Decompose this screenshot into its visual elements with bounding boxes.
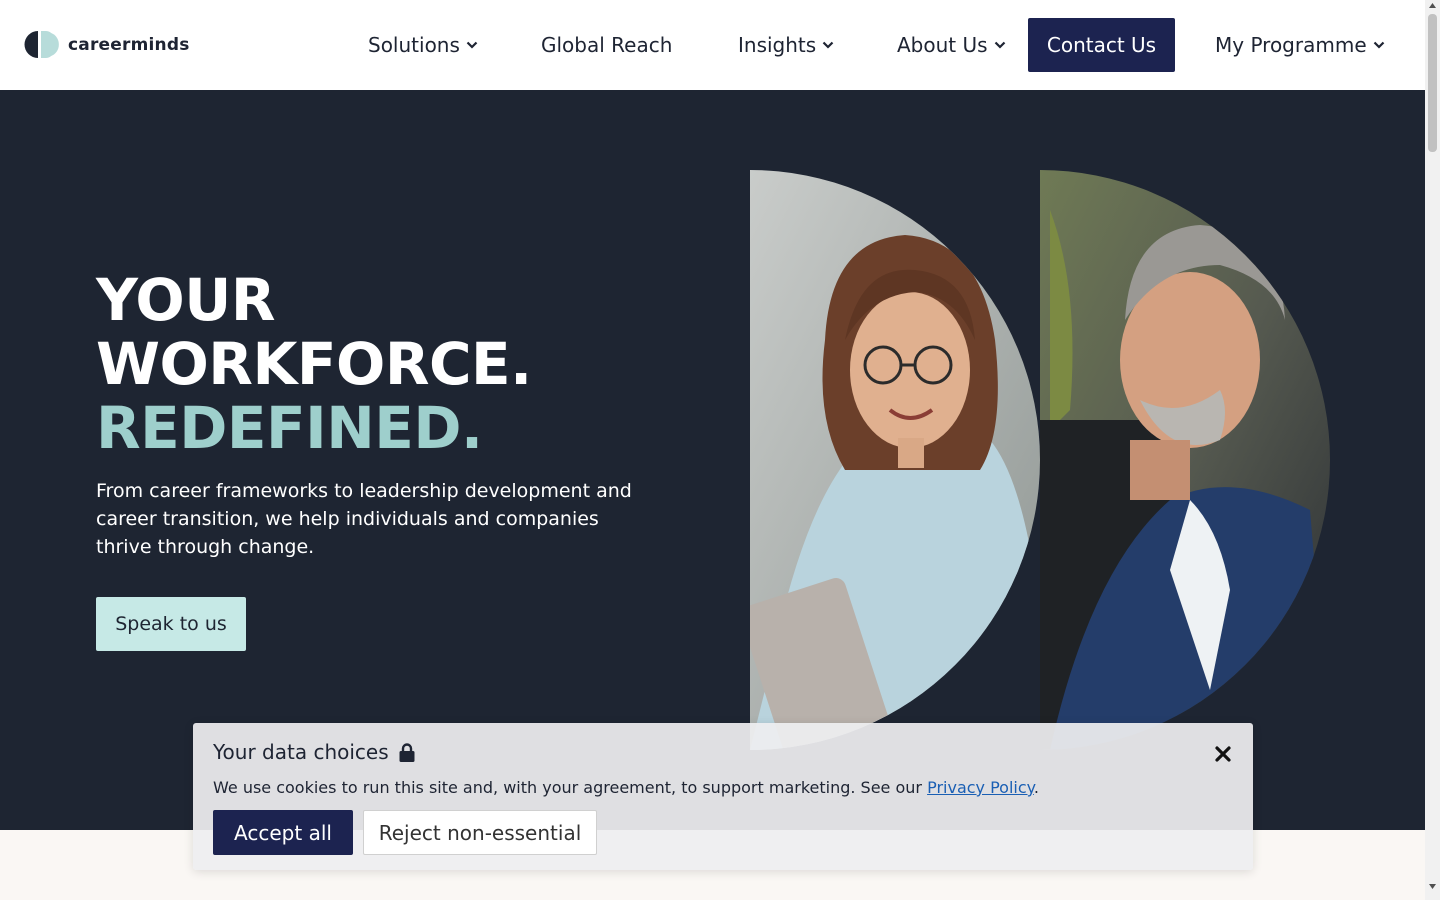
- careerminds-logo-icon: [24, 31, 59, 58]
- nav-my-programme-label: My Programme: [1215, 33, 1367, 57]
- nav-insights[interactable]: Insights: [738, 18, 834, 72]
- page-scrollbar[interactable]: [1425, 0, 1440, 900]
- chevron-down-icon: [994, 41, 1006, 49]
- cookie-text-body: We use cookies to run this site and, wit…: [213, 778, 928, 797]
- lock-icon: [399, 742, 415, 762]
- scroll-down-arrow-icon[interactable]: [1429, 884, 1436, 889]
- reject-non-essential-button[interactable]: Reject non-essential: [363, 810, 597, 855]
- cookie-text-end: .: [1033, 778, 1039, 797]
- nav-insights-label: Insights: [738, 33, 817, 57]
- hero-title-line-1: YOUR: [96, 266, 275, 334]
- nav-global-reach-label: Global Reach: [541, 33, 673, 57]
- nav-my-programme[interactable]: My Programme: [1215, 18, 1385, 72]
- chevron-down-icon: [822, 41, 834, 49]
- privacy-policy-link[interactable]: Privacy Policy: [927, 778, 1034, 797]
- hero-title-line-2: WORKFORCE.: [96, 330, 532, 398]
- site-header: careerminds Solutions Global Reach Insig…: [0, 0, 1425, 90]
- nav-global-reach[interactable]: Global Reach: [541, 18, 672, 72]
- nav-solutions[interactable]: Solutions: [368, 18, 478, 72]
- speak-to-us-button[interactable]: Speak to us: [96, 597, 246, 651]
- nav-about-us[interactable]: About Us: [897, 18, 1006, 72]
- hero-title-line-3: REDEFINED.: [96, 394, 483, 462]
- brand-name: careerminds: [68, 34, 190, 55]
- hero-title: YOUR WORKFORCE. REDEFINED.: [96, 268, 532, 460]
- scrollbar-thumb[interactable]: [1428, 14, 1437, 152]
- accept-all-button[interactable]: Accept all: [213, 810, 353, 855]
- close-icon[interactable]: [1213, 744, 1233, 764]
- hero-section: YOUR WORKFORCE. REDEFINED. From career f…: [0, 90, 1425, 830]
- cookie-banner-title: Your data choices: [213, 740, 415, 764]
- scroll-up-arrow-icon[interactable]: [1429, 3, 1436, 8]
- hero-photo: [750, 170, 1330, 750]
- cookie-banner-text: We use cookies to run this site and, wit…: [213, 778, 1039, 797]
- nav-about-us-label: About Us: [897, 33, 988, 57]
- contact-us-button[interactable]: Contact Us: [1028, 18, 1175, 72]
- chevron-down-icon: [1373, 41, 1385, 49]
- cookie-banner: Your data choices We use cookies to run …: [193, 723, 1253, 870]
- brand-logo[interactable]: careerminds: [24, 31, 190, 58]
- hero-description: From career frameworks to leadership dev…: [96, 480, 632, 558]
- cookie-title-text: Your data choices: [213, 740, 389, 764]
- chevron-down-icon: [466, 41, 478, 49]
- nav-solutions-label: Solutions: [368, 33, 460, 57]
